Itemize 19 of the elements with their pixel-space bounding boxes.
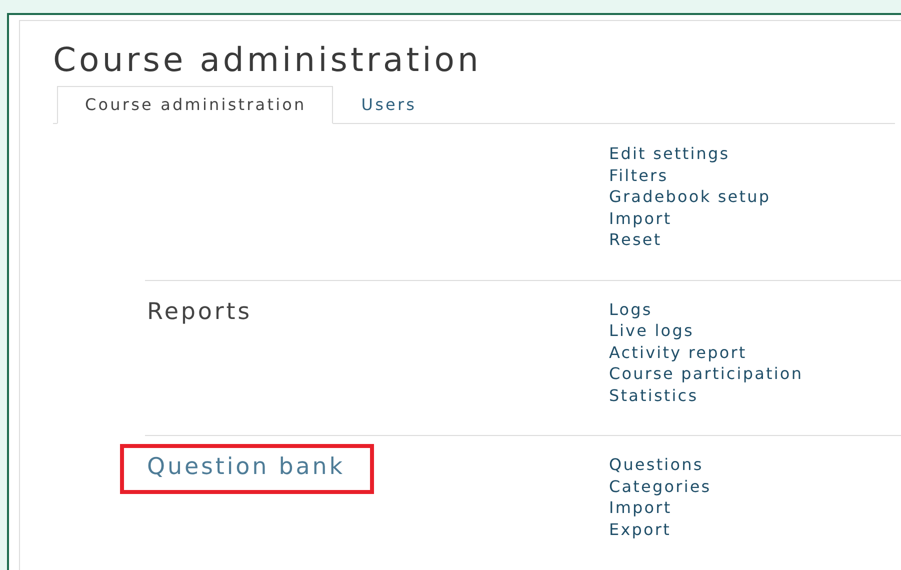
nav-link[interactable]: Reset (609, 229, 771, 250)
nav-link[interactable]: Activity report (609, 342, 804, 363)
nav-link[interactable]: Import (609, 208, 771, 229)
nav-link[interactable]: Categories (609, 476, 712, 497)
tab[interactable]: Users (333, 86, 444, 124)
page-title: Course administration (53, 40, 482, 80)
section-heading: Question bank (147, 454, 345, 480)
nav-link[interactable]: Gradebook setup (609, 186, 771, 208)
nav-link[interactable]: Statistics (609, 384, 804, 406)
nav-link[interactable]: Course participation (609, 363, 804, 384)
tab[interactable]: Course administration (57, 86, 334, 124)
nav-link[interactable]: Edit settings (609, 143, 771, 164)
nav-link[interactable]: Filters (609, 164, 771, 186)
nav-link[interactable]: Import (609, 497, 712, 518)
nav-link[interactable]: Export (609, 518, 712, 540)
nav-link[interactable]: Logs (609, 298, 804, 320)
section-heading: Reports (147, 298, 252, 324)
nav-link[interactable]: Live logs (609, 320, 804, 342)
nav-link[interactable]: Questions (609, 454, 712, 476)
